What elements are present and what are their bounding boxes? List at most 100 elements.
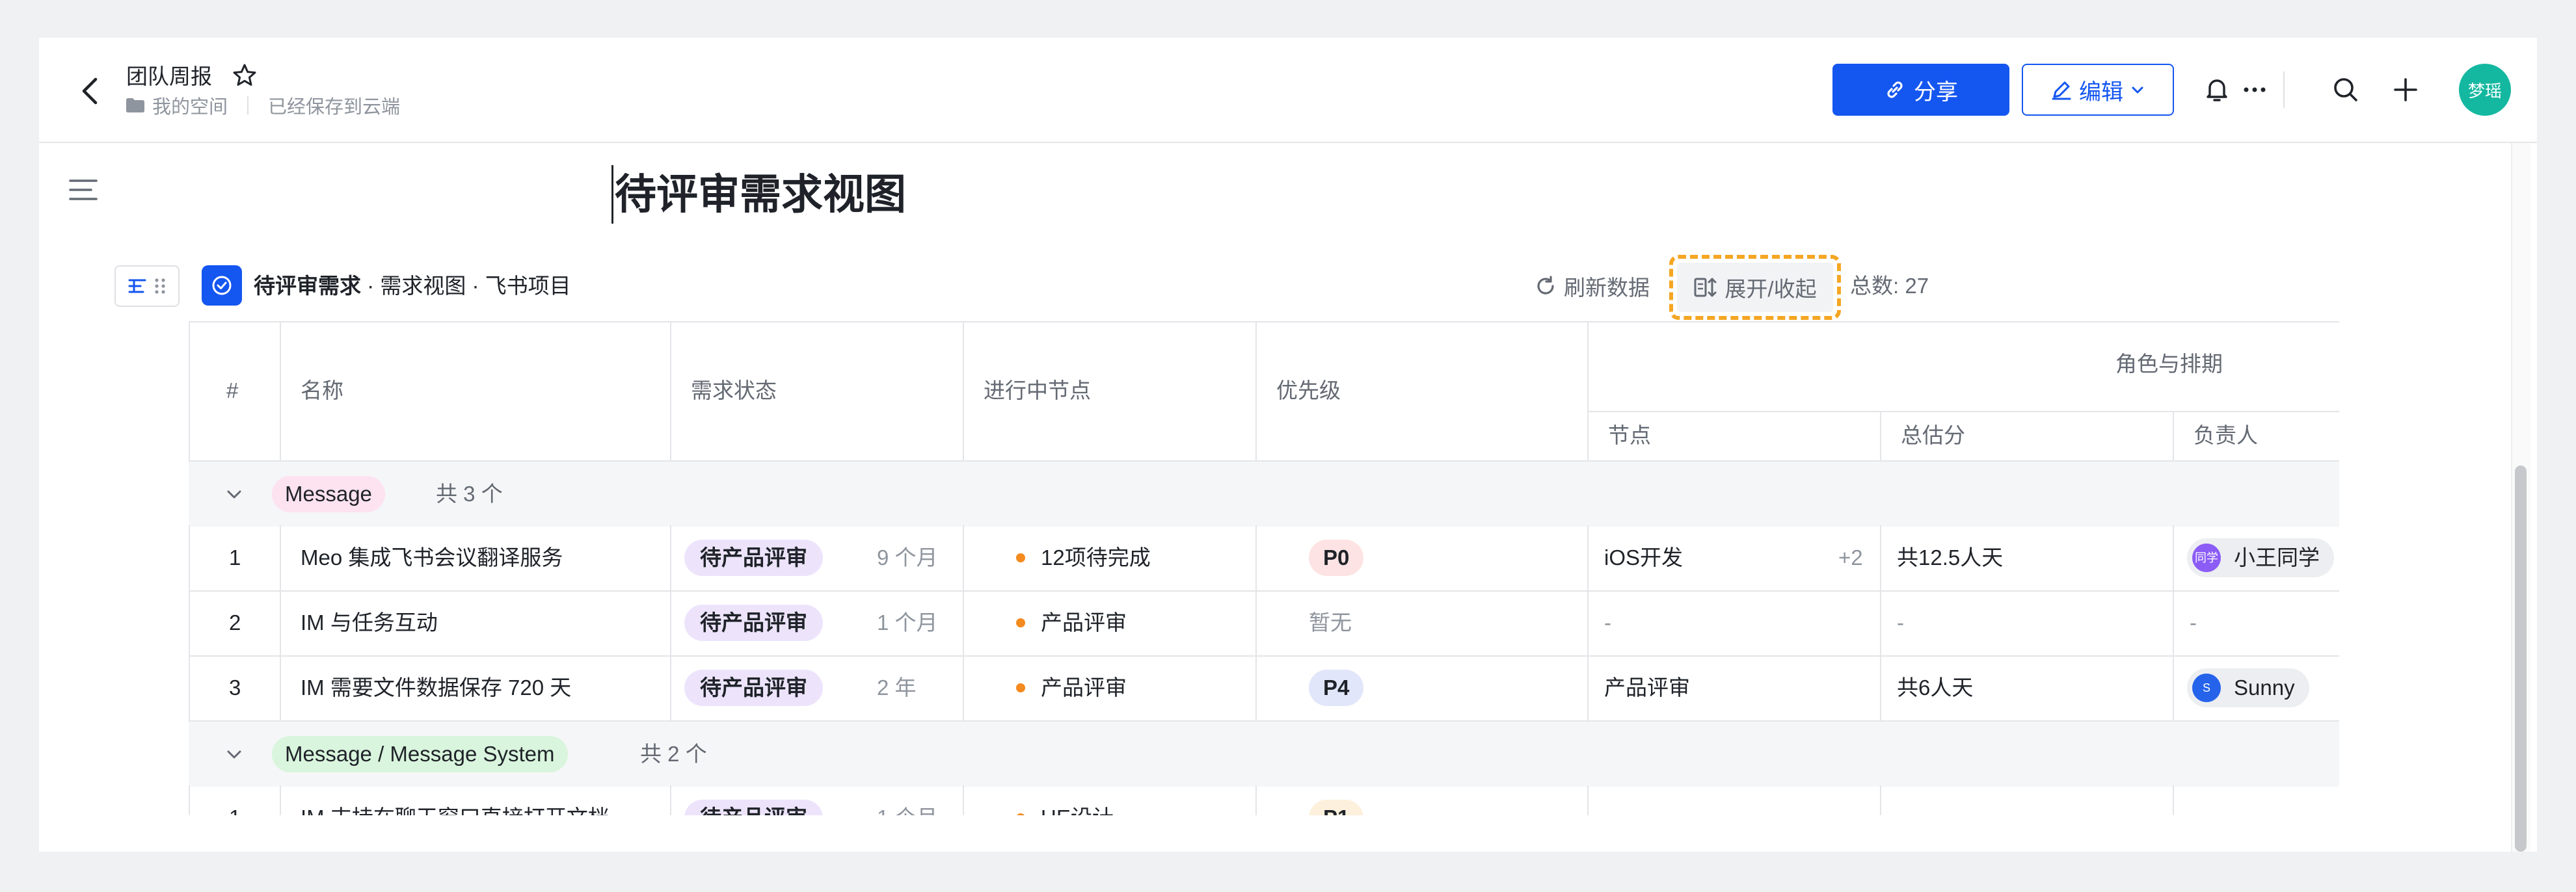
active-node[interactable]: 12项待完成 bbox=[1041, 540, 1151, 576]
active-node[interactable]: UE设计 bbox=[1041, 800, 1114, 815]
vertical-scrollbar[interactable] bbox=[2515, 466, 2527, 852]
check-circle-icon bbox=[212, 276, 232, 295]
page-heading[interactable]: 待评审需求视图 bbox=[611, 165, 906, 224]
col-header-estimate[interactable]: 总估分 bbox=[1901, 421, 1965, 450]
estimate[interactable]: 共12.5人天 bbox=[1897, 540, 2003, 576]
col-divider bbox=[670, 785, 671, 815]
col-header-node[interactable]: 进行中节点 bbox=[984, 376, 1091, 405]
search-button[interactable] bbox=[2328, 72, 2364, 108]
priority-badge[interactable]: P4 bbox=[1309, 670, 1364, 706]
refresh-label: 刷新数据 bbox=[1564, 276, 1650, 300]
expand-collapse-icon bbox=[1694, 278, 1717, 297]
col-header-name[interactable]: 名称 bbox=[301, 376, 343, 405]
doc-header: 团队周报 我的空间 已经保存到云端 分享 编辑 梦瑶 bbox=[39, 38, 2537, 143]
col-header-status[interactable]: 需求状态 bbox=[691, 376, 777, 405]
sub-node-empty[interactable]: - bbox=[1604, 605, 1611, 641]
project-view-icon bbox=[202, 265, 242, 306]
chevron-down-icon bbox=[2132, 86, 2143, 94]
edit-button[interactable]: 编辑 bbox=[2022, 64, 2174, 116]
sub-node-empty[interactable]: - bbox=[1604, 800, 1611, 815]
estimate-empty[interactable]: - bbox=[1897, 605, 1904, 641]
block-handle[interactable] bbox=[114, 265, 180, 307]
user-avatar[interactable]: 梦瑶 bbox=[2459, 64, 2511, 116]
sub-node-extra[interactable]: +2 bbox=[1838, 540, 1863, 576]
estimate-empty[interactable]: - bbox=[1897, 800, 1904, 815]
more-button[interactable] bbox=[2236, 72, 2273, 108]
save-status: 已经保存到云端 bbox=[268, 97, 401, 118]
col-divider bbox=[189, 321, 190, 460]
col-divider bbox=[1880, 525, 1881, 720]
chevron-down-icon[interactable] bbox=[224, 744, 245, 765]
requirement-name[interactable]: Meo 集成飞书会议翻译服务 bbox=[301, 540, 563, 576]
row-index: 1 bbox=[229, 800, 241, 815]
active-node[interactable]: 产品评审 bbox=[1041, 605, 1127, 641]
col-divider bbox=[963, 321, 964, 460]
group-tag: Message bbox=[272, 476, 385, 512]
col-divider bbox=[280, 785, 281, 815]
col-divider bbox=[670, 525, 671, 720]
view-title: 待评审需求 · 需求视图 · 飞书项目 bbox=[254, 269, 571, 303]
col-divider bbox=[2173, 785, 2174, 815]
expand-collapse-button[interactable]: 展开/收起 bbox=[1677, 263, 1833, 312]
col-divider bbox=[1880, 785, 1881, 815]
col-divider bbox=[280, 525, 281, 720]
chevron-down-icon[interactable] bbox=[224, 484, 245, 505]
back-button[interactable] bbox=[70, 72, 109, 111]
refresh-button[interactable]: 刷新数据 bbox=[1534, 269, 1650, 303]
owner-empty[interactable]: - bbox=[2190, 605, 2197, 641]
view-name[interactable]: 待评审需求 bbox=[254, 274, 361, 298]
status-age: 9 个月 bbox=[877, 545, 938, 570]
col-header-index: # bbox=[226, 378, 239, 402]
col-header-priority[interactable]: 优先级 bbox=[1276, 376, 1341, 405]
col-header-sub-node[interactable]: 节点 bbox=[1608, 421, 1651, 450]
status-dot bbox=[1016, 618, 1025, 627]
notification-button[interactable] bbox=[2199, 72, 2235, 108]
status-dot bbox=[1016, 683, 1025, 692]
create-button[interactable] bbox=[2387, 72, 2424, 108]
pencil-icon bbox=[2052, 81, 2071, 100]
status-badge[interactable]: 待产品评审 bbox=[684, 800, 823, 815]
col-divider bbox=[189, 785, 190, 815]
divider bbox=[247, 96, 249, 114]
owner-chip[interactable]: S Sunny bbox=[2187, 668, 2309, 707]
status-age: 1 个月 bbox=[877, 610, 938, 635]
row-divider bbox=[1587, 411, 2339, 412]
status-badge[interactable]: 待产品评审 bbox=[684, 670, 823, 706]
share-button[interactable]: 分享 bbox=[1832, 64, 2009, 116]
total-count: 总数: 27 bbox=[1850, 274, 1929, 298]
owner-chip[interactable]: 同学 小王同学 bbox=[2187, 538, 2334, 577]
expand-label: 展开/收起 bbox=[1724, 277, 1817, 301]
group-row-message[interactable] bbox=[189, 462, 2339, 527]
col-header-role-schedule: 角色与排期 bbox=[2115, 352, 2223, 376]
row-divider bbox=[189, 321, 2339, 322]
sub-node[interactable]: iOS开发 bbox=[1604, 540, 1683, 576]
status-badge[interactable]: 待产品评审 bbox=[684, 605, 823, 641]
favorite-button[interactable] bbox=[232, 62, 260, 91]
priority-badge[interactable]: P1 bbox=[1309, 800, 1364, 815]
owner-name: 小王同学 bbox=[2234, 545, 2320, 570]
estimate[interactable]: 共6人天 bbox=[1897, 670, 1973, 706]
col-divider bbox=[670, 321, 671, 460]
requirement-name[interactable]: IM 与任务互动 bbox=[301, 605, 438, 641]
priority-badge[interactable]: P0 bbox=[1309, 540, 1364, 576]
outline-icon[interactable] bbox=[68, 177, 99, 203]
space-link[interactable]: 我的空间 bbox=[152, 92, 228, 119]
row-index: 3 bbox=[229, 676, 241, 700]
doc-location: 我的空间 已经保存到云端 bbox=[126, 92, 400, 118]
view-suffix: · 需求视图 · 飞书项目 bbox=[361, 274, 571, 298]
group-count: 共 3 个 bbox=[436, 482, 503, 506]
requirement-name[interactable]: IM 支持在聊天窗口直接打开文档 bbox=[301, 800, 610, 815]
requirement-name[interactable]: IM 需要文件数据保存 720 天 bbox=[301, 670, 571, 706]
share-label: 分享 bbox=[1914, 79, 1958, 105]
owner-empty[interactable]: - bbox=[2190, 800, 2197, 815]
star-icon bbox=[233, 64, 256, 86]
col-divider bbox=[1587, 321, 1589, 460]
active-node[interactable]: 产品评审 bbox=[1041, 670, 1127, 706]
status-badge[interactable]: 待产品评审 bbox=[684, 540, 823, 576]
chevron-left-icon bbox=[82, 77, 98, 105]
search-icon bbox=[2334, 78, 2357, 101]
col-header-owner[interactable]: 负责人 bbox=[2194, 421, 2258, 450]
drag-handle-icon bbox=[155, 278, 165, 294]
priority-empty[interactable]: 暂无 bbox=[1309, 605, 1352, 641]
sub-node[interactable]: 产品评审 bbox=[1604, 670, 1690, 706]
